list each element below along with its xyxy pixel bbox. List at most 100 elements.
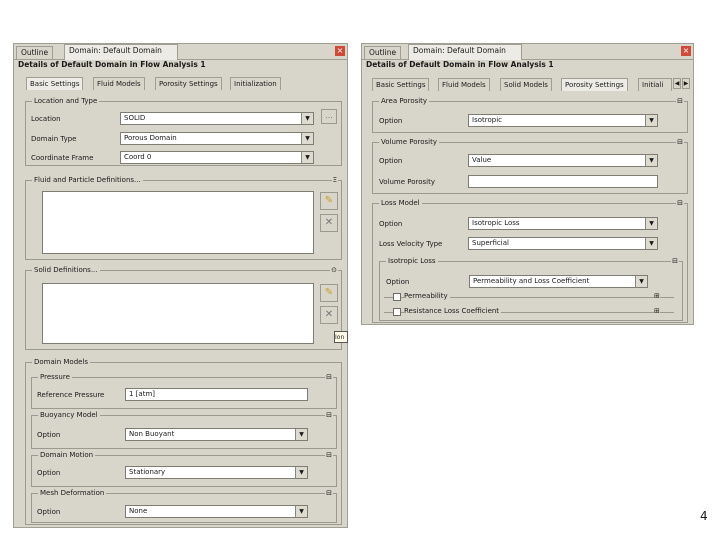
area-porosity-option-dropdown[interactable]: Isotropic ▼ — [468, 114, 658, 127]
reference-pressure-value: 1 [atm] — [129, 390, 155, 398]
tab-domain[interactable]: Domain: Default Domain — [408, 44, 522, 60]
option-label: Option — [37, 508, 61, 516]
subtab-fluid-models[interactable]: Fluid Models — [438, 78, 490, 91]
collapse-icon[interactable]: ⊟ — [671, 257, 679, 265]
left-details-panel: Outline Domain: Default Domain × Details… — [13, 43, 348, 528]
buoyancy-option-dropdown[interactable]: Non Buoyant ▼ — [125, 428, 308, 441]
option-label: Option — [379, 220, 403, 228]
tab-outline[interactable]: Outline — [364, 46, 402, 59]
group-label: Location and Type — [32, 97, 100, 105]
browse-button[interactable]: ... — [321, 109, 337, 124]
loss-model-group: Loss Model ⊟ Option Isotropic Loss ▼ Los… — [372, 199, 688, 323]
resistance-label: Resistance Loss Coefficient — [404, 307, 502, 315]
chevron-down-icon: ▼ — [645, 115, 657, 126]
right-tab-bar: Outline Domain: Default Domain × — [362, 44, 693, 60]
chevron-down-icon: ▼ — [645, 218, 657, 229]
solid-list[interactable] — [42, 283, 314, 344]
location-type-group: Location and Type Location SOLID ▼ ... D… — [25, 97, 342, 166]
collapse-icon[interactable]: Ξ — [331, 176, 338, 184]
mesh-option-dropdown[interactable]: None ▼ — [125, 505, 308, 518]
group-label: Area Porosity — [379, 97, 430, 105]
motion-option-dropdown[interactable]: Stationary ▼ — [125, 466, 308, 479]
close-icon[interactable]: × — [681, 46, 691, 56]
domain-type-value: Porous Domain — [124, 134, 177, 142]
panel-title: Details of Default Domain in Flow Analys… — [366, 60, 554, 69]
group-label: Solid Definitions... — [32, 266, 100, 274]
group-label: Loss Model — [379, 199, 422, 207]
option-label: Option — [379, 157, 403, 165]
isotropic-loss-group: Isotropic Loss ⊟ Option Permeability and… — [379, 257, 683, 321]
delete-fluid-button[interactable]: ✕ — [320, 214, 338, 232]
chevron-down-icon: ▼ — [645, 155, 657, 166]
chevron-down-icon: ▼ — [301, 113, 313, 124]
volume-porosity-group: Volume Porosity ⊟ Option Value ▼ Volume … — [372, 138, 688, 194]
right-details-panel: Outline Domain: Default Domain × Details… — [361, 43, 694, 325]
collapse-icon[interactable]: ⊟ — [676, 138, 684, 146]
domain-type-dropdown[interactable]: Porous Domain ▼ — [120, 132, 314, 145]
mesh-deformation-group: Mesh Deformation ⊟ Option None ▼ — [31, 489, 337, 523]
option-label: Option — [37, 469, 61, 477]
area-porosity-option-value: Isotropic — [472, 116, 502, 124]
subtab-initialization[interactable]: Initiali — [638, 78, 672, 91]
solid-definitions-group: Solid Definitions... ⊙ ✎ ✕ — [25, 266, 342, 350]
option-label: Option — [379, 117, 403, 125]
subtab-porosity-settings[interactable]: Porosity Settings — [155, 77, 222, 90]
subtab-basic-settings[interactable]: Basic Settings — [26, 77, 84, 90]
loss-model-option-dropdown[interactable]: Isotropic Loss ▼ — [468, 217, 658, 230]
fluid-definitions-group: Fluid and Particle Definitions... Ξ ✎ ✕ — [25, 176, 342, 260]
volume-porosity-input[interactable] — [468, 175, 658, 188]
tab-scroll-left-icon[interactable]: ◀ — [673, 78, 681, 89]
collapse-icon[interactable]: ⊟ — [325, 451, 333, 459]
subtab-initialization[interactable]: Initialization — [230, 77, 281, 90]
reference-pressure-input[interactable]: 1 [atm] — [125, 388, 308, 401]
resistance-checkbox[interactable] — [393, 308, 401, 316]
subtab-basic-settings[interactable]: Basic Settings — [372, 78, 430, 91]
chevron-down-icon: ▼ — [301, 152, 313, 163]
add-fluid-button[interactable]: ✎ — [320, 192, 338, 210]
delete-solid-button[interactable]: ✕ — [320, 306, 338, 324]
collapse-icon[interactable]: ⊟ — [676, 97, 684, 105]
add-solid-button[interactable]: ✎ — [320, 284, 338, 302]
tab-outline[interactable]: Outline — [16, 46, 54, 59]
close-icon[interactable]: × — [335, 46, 345, 56]
collapse-icon[interactable]: ⊟ — [676, 199, 684, 207]
toggle-icon[interactable]: ⊙ — [330, 266, 338, 274]
option-label: Option — [37, 431, 61, 439]
location-dropdown[interactable]: SOLID ▼ — [120, 112, 314, 125]
loss-velocity-type-value: Superficial — [472, 239, 509, 247]
coord-frame-value: Coord 0 — [124, 153, 152, 161]
domain-models-group: Domain Models Pressure ⊟ Reference Press… — [25, 358, 342, 525]
group-label: Pressure — [38, 373, 72, 381]
chevron-down-icon: ▼ — [301, 133, 313, 144]
subtab-porosity-settings[interactable]: Porosity Settings — [561, 78, 628, 91]
tab-domain[interactable]: Domain: Default Domain — [64, 44, 178, 60]
volume-porosity-option-value: Value — [472, 156, 492, 164]
buoyancy-group: Buoyancy Model ⊟ Option Non Buoyant ▼ — [31, 411, 337, 449]
tooltip: Ion — [334, 331, 348, 343]
coord-frame-dropdown[interactable]: Coord 0 ▼ — [120, 151, 314, 164]
loss-velocity-type-dropdown[interactable]: Superficial ▼ — [468, 237, 658, 250]
chevron-down-icon: ▼ — [295, 467, 307, 478]
permeability-checkbox[interactable] — [393, 293, 401, 301]
area-porosity-group: Area Porosity ⊟ Option Isotropic ▼ — [372, 97, 688, 133]
volume-porosity-option-dropdown[interactable]: Value ▼ — [468, 154, 658, 167]
group-label: Isotropic Loss — [386, 257, 438, 265]
collapse-icon[interactable]: ⊟ — [325, 489, 333, 497]
group-label: Mesh Deformation — [38, 489, 107, 497]
chevron-down-icon: ▼ — [635, 276, 647, 287]
isotropic-loss-option-dropdown[interactable]: Permeability and Loss Coefficient ▼ — [469, 275, 648, 288]
chevron-down-icon: ▼ — [645, 238, 657, 249]
collapse-icon[interactable]: ⊟ — [325, 373, 333, 381]
expand-icon[interactable]: ⊞ — [654, 292, 660, 300]
tab-scroll-right-icon[interactable]: ▶ — [682, 78, 690, 89]
domain-type-label: Domain Type — [31, 135, 77, 143]
permeability-label: Permeability — [404, 292, 450, 300]
collapse-icon[interactable]: ⊟ — [325, 411, 333, 419]
isotropic-loss-option-value: Permeability and Loss Coefficient — [473, 277, 590, 285]
fluid-list[interactable] — [42, 191, 314, 254]
subtab-fluid-models[interactable]: Fluid Models — [93, 77, 145, 90]
chevron-down-icon: ▼ — [295, 506, 307, 517]
expand-icon[interactable]: ⊞ — [654, 307, 660, 315]
subtab-solid-models[interactable]: Solid Models — [500, 78, 552, 91]
mesh-option-value: None — [129, 507, 148, 515]
